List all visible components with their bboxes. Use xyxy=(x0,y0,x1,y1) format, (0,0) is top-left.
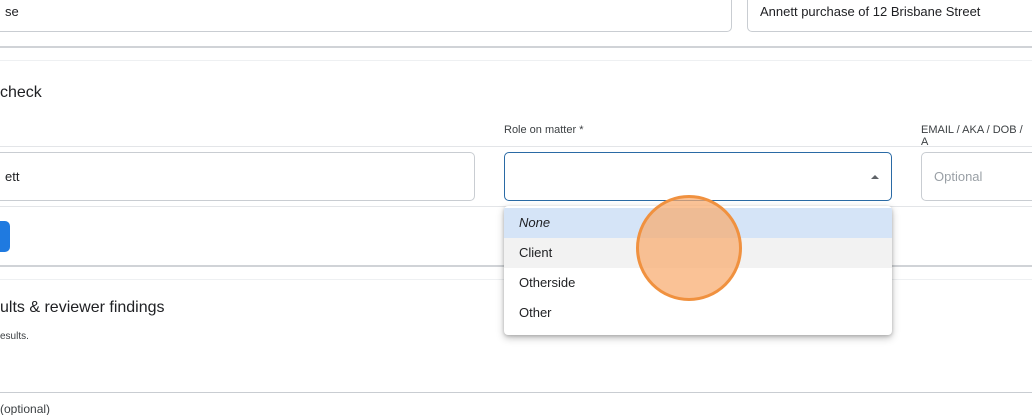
matter-description-value: se xyxy=(5,4,19,19)
optional-field-label: (optional) xyxy=(0,402,51,415)
party-name-value: ett xyxy=(5,169,20,184)
email-aka-dob-input[interactable]: Optional xyxy=(921,152,1032,201)
results-section-subtitle: esults. xyxy=(0,331,29,342)
section-divider xyxy=(0,46,1032,48)
email-aka-dob-placeholder: Optional xyxy=(934,169,983,184)
matter-description-input[interactable]: se xyxy=(0,0,732,32)
add-party-button[interactable] xyxy=(0,221,10,252)
cursor-highlight xyxy=(636,195,742,301)
role-option-other[interactable]: Other xyxy=(504,298,892,328)
caret-up-icon[interactable] xyxy=(871,175,879,179)
role-on-matter-select[interactable] xyxy=(504,152,892,201)
matter-title-value: Annett purchase of 12 Brisbane Street xyxy=(760,4,981,19)
bottom-divider xyxy=(0,392,1032,393)
section-divider-light xyxy=(0,60,1032,61)
email-column-header: EMAIL / AKA / DOB / A xyxy=(921,124,1023,148)
results-section-title: ults & reviewer findings xyxy=(0,299,165,316)
party-name-input[interactable]: ett xyxy=(0,152,475,201)
matter-title-input[interactable]: Annett purchase of 12 Brisbane Street xyxy=(747,0,1032,32)
role-column-header: Role on matter * xyxy=(504,124,584,136)
check-section-title: check xyxy=(0,84,42,101)
header-divider xyxy=(0,146,1032,147)
